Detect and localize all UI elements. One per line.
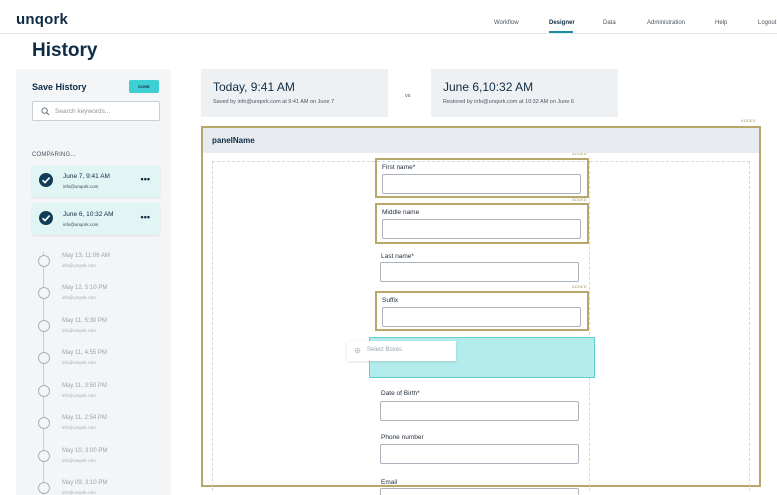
app-logo[interactable]: unqork: [16, 11, 68, 28]
search-icon: [41, 107, 50, 116]
nav-administration[interactable]: Administration: [647, 20, 685, 26]
gear-icon: [354, 347, 361, 354]
panel-column-guide: [590, 161, 750, 491]
nav-data[interactable]: Data: [603, 20, 616, 26]
done-button[interactable]: DONE: [129, 80, 159, 93]
panel-header: panelName: [203, 128, 759, 153]
field-first-name[interactable]: First name*: [375, 158, 589, 198]
history-circle-icon: [38, 482, 50, 494]
history-email: info@unqork.com: [62, 263, 96, 268]
nav-help[interactable]: Help: [715, 20, 727, 26]
select-boxes-component[interactable]: Select Boxes: [347, 341, 456, 361]
field-label: Last name*: [381, 253, 414, 260]
more-options-icon[interactable]: •••: [141, 174, 150, 184]
first-name-input[interactable]: [382, 174, 581, 194]
check-circle-icon: [39, 173, 53, 187]
history-date: May 12, 5:10 PM: [62, 285, 108, 291]
field-label: First name*: [382, 164, 416, 171]
history-item[interactable]: May 13, 11:06 AM info@unqork.com: [38, 251, 166, 275]
history-item[interactable]: May 11, 4:55 PM info@unqork.com: [38, 348, 166, 372]
compare-date: June 7, 9:41 AM: [63, 173, 110, 180]
version-compared: June 6,10:32 AM Restored by info@unqork.…: [431, 69, 618, 117]
field-label: Email: [381, 479, 398, 486]
compare-date: June 6, 10:32 AM: [63, 211, 114, 218]
history-date: May 13, 11:06 AM: [62, 253, 110, 259]
version-subtitle: Saved by info@unqork.com at 9:41 AM on J…: [213, 99, 335, 105]
nav-workflow[interactable]: Workflow: [494, 20, 519, 26]
field-middle-name[interactable]: Middle name: [375, 203, 589, 244]
history-date: May 11, 5:30 PM: [62, 318, 107, 324]
field-email[interactable]: Email: [375, 475, 589, 495]
history-item[interactable]: May 09, 3:10 PM info@unqork.com: [38, 478, 166, 495]
compare-email: info@unqork.com: [63, 222, 99, 227]
version-current: Today, 9:41 AM Saved by info@unqork.com …: [201, 69, 388, 117]
search-input[interactable]: [55, 106, 155, 117]
history-email: info@unqork.com: [62, 490, 96, 495]
added-tag: ADDED: [741, 119, 756, 123]
history-email: info@unqork.com: [62, 295, 96, 300]
field-label: Middle name: [382, 209, 420, 216]
page-title: History: [32, 40, 98, 61]
history-email: info@unqork.com: [62, 393, 96, 398]
field-phone-number[interactable]: Phone number: [375, 430, 589, 466]
history-email: info@unqork.com: [62, 328, 96, 333]
nav-active-indicator: [549, 31, 573, 33]
select-boxes-label: Select Boxes: [367, 347, 403, 353]
version-title: Today, 9:41 AM: [213, 80, 295, 94]
compare-card-2[interactable]: June 6, 10:32 AM info@unqork.com •••: [32, 203, 160, 235]
history-date: May 09, 3:10 PM: [62, 480, 108, 486]
history-item[interactable]: May 12, 5:10 PM info@unqork.com: [38, 283, 166, 307]
check-circle-icon: [39, 211, 53, 225]
history-date: May 11, 3:50 PM: [62, 383, 107, 389]
history-item[interactable]: May 11, 5:30 PM info@unqork.com: [38, 316, 166, 340]
save-history-sidebar: Save History DONE COMPARING... June 7, 9…: [16, 69, 171, 495]
history-item[interactable]: May 11, 2:54 PM info@unqork.com: [38, 413, 166, 437]
history-date: May 10, 3:00 PM: [62, 448, 108, 454]
date-of-birth-input[interactable]: [380, 401, 579, 421]
history-email: info@unqork.com: [62, 360, 96, 365]
version-title: June 6,10:32 AM: [443, 80, 534, 94]
version-subtitle: Restored by info@unqork.com at 10:32 AM …: [443, 99, 574, 105]
field-label: Phone number: [381, 434, 424, 441]
history-email: info@unqork.com: [62, 425, 96, 430]
phone-number-input[interactable]: [380, 444, 579, 464]
history-circle-icon: [38, 255, 50, 267]
suffix-input[interactable]: [382, 307, 581, 327]
history-item[interactable]: May 11, 3:50 PM info@unqork.com: [38, 381, 166, 405]
field-label: Date of Birth*: [381, 390, 420, 397]
field-last-name[interactable]: Last name*: [375, 249, 589, 285]
nav-logout[interactable]: Logout: [758, 20, 776, 26]
history-item[interactable]: May 10, 3:00 PM info@unqork.com: [38, 446, 166, 470]
nav-designer[interactable]: Designer: [549, 20, 575, 26]
field-date-of-birth[interactable]: Date of Birth*: [375, 386, 589, 422]
email-input[interactable]: [380, 488, 579, 495]
compare-card-1[interactable]: June 7, 9:41 AM info@unqork.com •••: [32, 165, 160, 197]
history-circle-icon: [38, 287, 50, 299]
history-circle-icon: [38, 385, 50, 397]
more-options-icon[interactable]: •••: [141, 212, 150, 222]
middle-name-input[interactable]: [382, 219, 581, 239]
history-circle-icon: [38, 320, 50, 332]
panel-name: panelName: [212, 136, 255, 145]
history-circle-icon: [38, 450, 50, 462]
search-box: [32, 101, 160, 121]
last-name-input[interactable]: [380, 262, 579, 282]
history-date: May 11, 2:54 PM: [62, 415, 107, 421]
field-label: Suffix: [382, 297, 399, 304]
field-suffix[interactable]: Suffix: [375, 291, 589, 331]
compare-email: info@unqork.com: [63, 184, 99, 189]
save-history-title: Save History: [32, 82, 87, 92]
vs-label: vs: [405, 93, 411, 99]
history-email: info@unqork.com: [62, 458, 96, 463]
history-circle-icon: [38, 417, 50, 429]
history-circle-icon: [38, 352, 50, 364]
history-date: May 11, 4:55 PM: [62, 350, 107, 356]
top-bar: unqork Workflow Designer Data Administra…: [0, 0, 777, 34]
comparing-label: COMPARING...: [32, 152, 76, 158]
